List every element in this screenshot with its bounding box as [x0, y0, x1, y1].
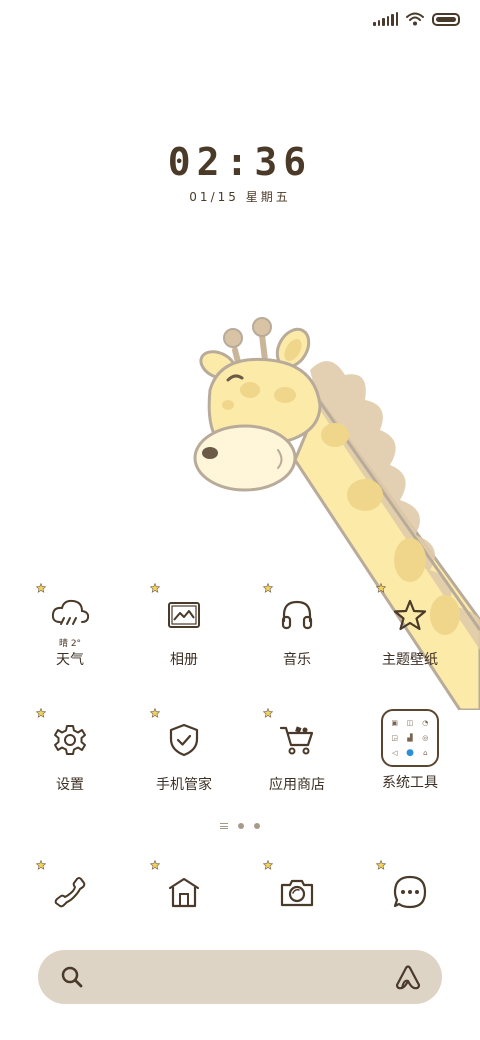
mini-app-icon: ▣ [391, 718, 398, 727]
star-badge-icon [376, 860, 386, 870]
clock-widget[interactable]: 02:36 01/15 星期五 [0, 140, 480, 205]
star-badge-icon [150, 708, 160, 718]
app-icon-system-tools: ▣ ◫ ◔ ◲ ▟ ◎ ◁ ● ⌂ [380, 708, 440, 768]
mini-app-icon: ● [406, 748, 414, 759]
signal-bars-icon [373, 12, 398, 26]
app-store[interactable]: 应用商店 [247, 708, 347, 810]
app-icon-settings [36, 708, 100, 770]
mini-app-icon: ◁ [391, 749, 398, 758]
headphones-icon [281, 600, 313, 630]
dock-camera[interactable] [247, 860, 347, 922]
search-bar[interactable] [38, 950, 442, 1004]
star-badge-icon [150, 583, 160, 593]
star-badge-icon [263, 583, 273, 593]
app-gallery[interactable]: 相册 [134, 583, 234, 685]
dock-phone[interactable] [20, 860, 120, 922]
mini-app-icon: ◫ [406, 718, 414, 727]
page-indicator-minus-one [220, 823, 228, 829]
app-icon-gallery [150, 583, 214, 645]
star-badge-icon [150, 860, 160, 870]
app-themes[interactable]: 主题壁纸 [360, 583, 460, 685]
clock-time: 02:36 [167, 140, 313, 184]
wifi-icon [406, 12, 424, 26]
page-dot [254, 823, 260, 829]
weather-temperature: 晴 2° [58, 639, 82, 649]
app-label: 天气 [56, 652, 84, 668]
mini-app-icon: ▟ [407, 733, 413, 742]
app-label: 系统工具 [382, 775, 438, 791]
dock-home[interactable] [134, 860, 234, 922]
app-system-tools-folder[interactable]: ▣ ◫ ◔ ◲ ▟ ◎ ◁ ● ⌂ 系统工具 [360, 708, 460, 808]
status-bar [0, 0, 480, 44]
app-label: 相册 [170, 652, 198, 668]
app-label: 主题壁纸 [382, 652, 438, 668]
star-badge-icon [376, 583, 386, 593]
app-label: 应用商店 [269, 777, 325, 793]
app-icon-messages [376, 860, 440, 922]
app-icon-music [263, 583, 327, 645]
home-icon [168, 877, 200, 908]
app-icon-weather: 晴 2° [36, 583, 100, 649]
app-music[interactable]: 音乐 [247, 583, 347, 685]
status-icons [373, 12, 460, 26]
app-label: 设置 [56, 777, 84, 793]
gear-icon [54, 725, 86, 755]
dock-messages[interactable] [360, 860, 460, 922]
star-badge-icon [36, 583, 46, 593]
app-icon-home [150, 860, 214, 922]
toolbox-folder-icon: ▣ ◫ ◔ ◲ ▟ ◎ ◁ ● ⌂ [381, 709, 439, 767]
mini-app-icon: ◎ [422, 733, 429, 742]
search-icon[interactable] [60, 965, 84, 989]
app-icon-camera [263, 860, 327, 922]
app-icon-themes [376, 583, 440, 645]
battery-icon [432, 12, 460, 26]
shield-check-icon [169, 723, 199, 757]
app-weather[interactable]: 晴 2° 天气 [20, 583, 120, 685]
phone-icon [54, 877, 86, 908]
assistant-icon[interactable] [394, 963, 422, 991]
app-label: 手机管家 [156, 777, 212, 793]
app-icon-store [263, 708, 327, 770]
mini-app-icon: ⌂ [423, 749, 428, 758]
app-settings[interactable]: 设置 [20, 708, 120, 810]
app-icon-phone-manager [150, 708, 214, 770]
star-badge-icon [36, 860, 46, 870]
clock-date: 01/15 星期五 [189, 190, 291, 204]
message-bubble-icon [393, 875, 427, 909]
camera-icon [280, 879, 314, 907]
shopping-cart-icon [279, 726, 314, 755]
app-label: 音乐 [283, 652, 311, 668]
app-icon-phone [36, 860, 100, 922]
star-badge-icon [263, 708, 273, 718]
mini-app-icon: ◲ [391, 733, 398, 742]
gallery-icon [168, 602, 200, 628]
star-badge-icon [263, 860, 273, 870]
weather-cloud-rain-icon [51, 599, 90, 625]
mini-app-icon: ◔ [422, 718, 429, 727]
page-dot [238, 823, 244, 829]
star-icon [393, 599, 427, 631]
app-phone-manager[interactable]: 手机管家 [134, 708, 234, 810]
star-badge-icon [36, 708, 46, 718]
page-indicator[interactable] [0, 823, 480, 829]
